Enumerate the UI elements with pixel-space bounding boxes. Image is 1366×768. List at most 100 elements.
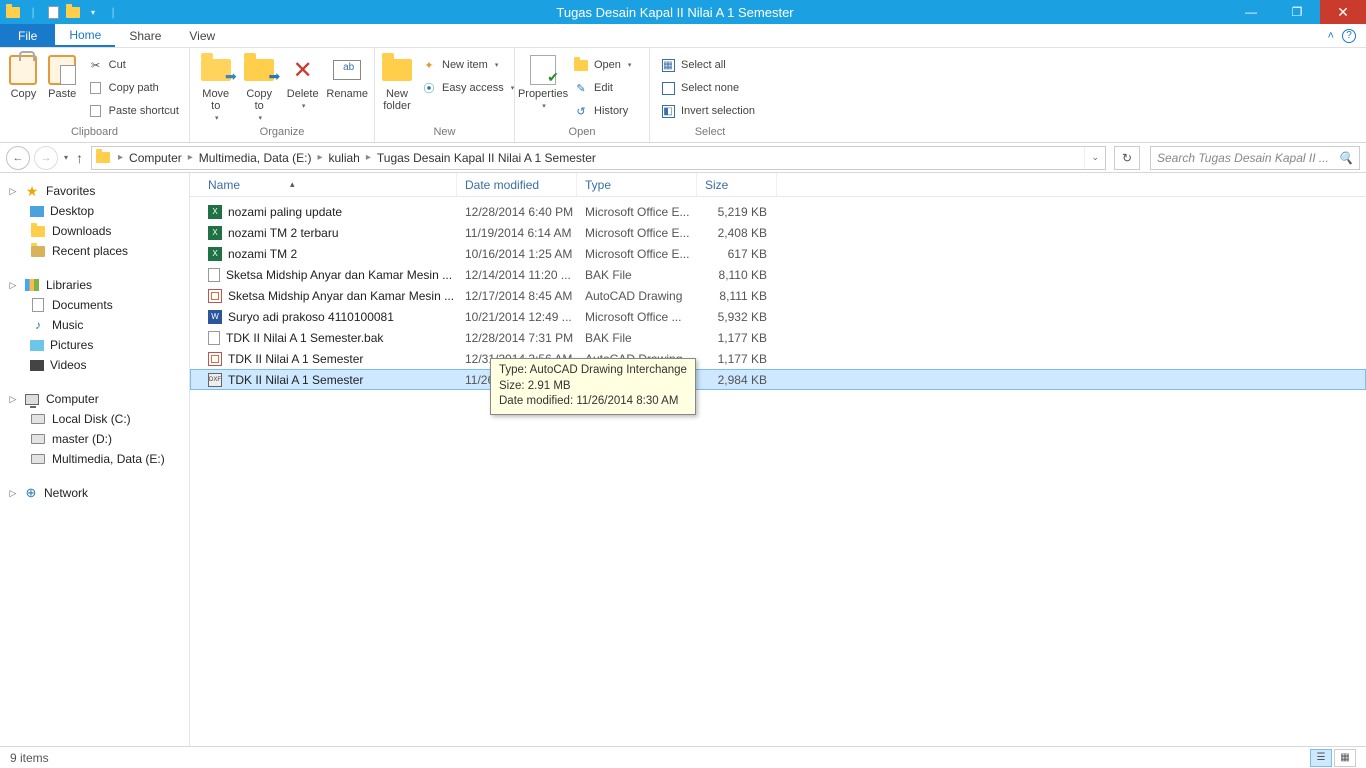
nav-pictures[interactable]: Pictures [8, 335, 189, 355]
ribbon-collapse[interactable]: ˄ ? [1328, 24, 1366, 47]
nav-videos[interactable]: Videos [8, 355, 189, 375]
download-icon [30, 223, 46, 239]
chevron-down-icon: ▾ [215, 114, 219, 122]
history-dropdown[interactable]: ▾ [62, 153, 70, 162]
file-name: TDK II Nilai A 1 Semester.bak [226, 331, 383, 345]
tab-home[interactable]: Home [55, 24, 115, 47]
file-type: Microsoft Office E... [577, 205, 697, 219]
file-type: Microsoft Office E... [577, 247, 697, 261]
up-button[interactable]: ↑ [74, 150, 87, 166]
new-folder-button[interactable]: New folder [381, 52, 413, 112]
tab-view[interactable]: View [175, 24, 229, 47]
maximize-button[interactable]: ❐ [1274, 0, 1320, 24]
nav-local-c[interactable]: Local Disk (C:) [8, 409, 189, 429]
nav-desktop[interactable]: Desktop [8, 201, 189, 221]
collapse-icon[interactable]: ▷ [8, 186, 18, 197]
invert-selection-button[interactable]: ◧Invert selection [656, 101, 759, 121]
thumbnails-view-button[interactable]: ▦ [1334, 749, 1356, 767]
nav-documents[interactable]: Documents [8, 295, 189, 315]
nav-downloads[interactable]: Downloads [8, 221, 189, 241]
file-row[interactable]: Sketsa Midship Anyar dan Kamar Mesin ...… [190, 285, 1366, 306]
group-new: New [381, 124, 508, 140]
file-row[interactable]: DXFTDK II Nilai A 1 Semester11/26/2014 8… [190, 369, 1366, 390]
properties-icon [530, 55, 556, 85]
crumb-folder[interactable]: kuliah [327, 147, 362, 169]
properties-button[interactable]: Properties▾ [521, 52, 565, 110]
crumb-drive[interactable]: Multimedia, Data (E:) [197, 147, 314, 169]
file-row[interactable]: Xnozami TM 2 terbaru11/19/2014 6:14 AMMi… [190, 222, 1366, 243]
file-row[interactable]: Xnozami TM 210/16/2014 1:25 AMMicrosoft … [190, 243, 1366, 264]
history-button[interactable]: ↺History [569, 101, 635, 121]
col-size[interactable]: Size [697, 173, 777, 196]
delete-button[interactable]: ✕Delete▾ [283, 52, 322, 110]
file-row[interactable]: TDK II Nilai A 1 Semester12/31/2014 3:56… [190, 348, 1366, 369]
address-dropdown[interactable]: ⌄ [1084, 147, 1105, 169]
forward-button[interactable]: → [34, 146, 58, 170]
chevron-right-icon[interactable]: ▸ [184, 152, 197, 163]
help-icon[interactable]: ? [1342, 29, 1356, 43]
ribbon: Copy Paste ✂Cut Copy path Paste shortcut… [0, 48, 1366, 143]
close-button[interactable]: ✕ [1320, 0, 1366, 24]
tab-share[interactable]: Share [115, 24, 175, 47]
cut-button[interactable]: ✂Cut [84, 55, 183, 75]
tooltip-date: Date modified: 11/26/2014 8:30 AM [499, 394, 687, 410]
nav-network[interactable]: ▷⊕Network [8, 483, 189, 503]
chevron-down-icon: ▾ [495, 61, 499, 69]
nav-libraries[interactable]: ▷Libraries [8, 275, 189, 295]
paste-shortcut-button[interactable]: Paste shortcut [84, 101, 183, 121]
file-row[interactable]: TDK II Nilai A 1 Semester.bak12/28/2014 … [190, 327, 1366, 348]
chevron-right-icon[interactable]: ▸ [362, 152, 375, 163]
crumb-computer[interactable]: Computer [127, 147, 184, 169]
properties-icon[interactable] [44, 3, 62, 21]
copy-button[interactable]: Copy [6, 52, 41, 100]
qat-dropdown-icon[interactable]: ▾ [84, 3, 102, 21]
easy-access-icon: ⦿ [421, 80, 437, 96]
collapse-icon[interactable]: ▷ [8, 394, 18, 405]
copy-to-button[interactable]: ➡Copy to▾ [239, 52, 278, 122]
tab-file[interactable]: File [0, 24, 55, 47]
file-row[interactable]: Sketsa Midship Anyar dan Kamar Mesin ...… [190, 264, 1366, 285]
search-input[interactable]: Search Tugas Desain Kapal II ... 🔍 [1150, 146, 1360, 170]
open-button[interactable]: Open▾ [569, 55, 635, 75]
back-button[interactable]: ← [6, 146, 30, 170]
details-view-button[interactable]: ☰ [1310, 749, 1332, 767]
address-bar[interactable]: ▸ Computer ▸ Multimedia, Data (E:) ▸ kul… [91, 146, 1106, 170]
copy-path-button[interactable]: Copy path [84, 78, 183, 98]
col-type[interactable]: Type [577, 173, 697, 196]
col-name[interactable]: Name▴ [200, 173, 457, 196]
chevron-right-icon[interactable]: ▸ [114, 152, 127, 163]
refresh-button[interactable]: ↻ [1114, 146, 1140, 170]
nav-master-d[interactable]: master (D:) [8, 429, 189, 449]
chevron-right-icon[interactable]: ▸ [313, 152, 326, 163]
folder-icon [4, 3, 22, 21]
nav-favorites[interactable]: ▷★Favorites [8, 181, 189, 201]
collapse-icon[interactable]: ▷ [8, 488, 18, 499]
rename-button[interactable]: Rename [326, 52, 368, 100]
minimize-button[interactable]: — [1228, 0, 1274, 24]
window-title: Tugas Desain Kapal II Nilai A 1 Semester [122, 5, 1228, 20]
edit-button[interactable]: ✎Edit [569, 78, 635, 98]
col-date[interactable]: Date modified [457, 173, 577, 196]
file-date: 12/17/2014 8:45 AM [457, 289, 577, 303]
collapse-icon[interactable]: ▷ [8, 280, 18, 291]
paste-button[interactable]: Paste [45, 52, 80, 100]
file-type: AutoCAD Drawing [577, 289, 697, 303]
nav-computer[interactable]: ▷Computer [8, 389, 189, 409]
file-row[interactable]: WSuryo adi prakoso 411010008110/21/2014 … [190, 306, 1366, 327]
nav-music[interactable]: ♪Music [8, 315, 189, 335]
select-all-button[interactable]: ▦Select all [656, 55, 759, 75]
status-item-count: 9 items [10, 751, 49, 765]
new-folder-icon[interactable] [64, 3, 82, 21]
file-name: Sketsa Midship Anyar dan Kamar Mesin ... [226, 268, 452, 282]
move-to-button[interactable]: ➡Move to▾ [196, 52, 235, 122]
nav-recent[interactable]: Recent places [8, 241, 189, 261]
chevron-up-icon[interactable]: ˄ [1328, 30, 1334, 42]
file-row[interactable]: Xnozami paling update12/28/2014 6:40 PMM… [190, 201, 1366, 222]
new-item-button[interactable]: ✦New item▾ [417, 55, 518, 75]
crumb-current[interactable]: Tugas Desain Kapal II Nilai A 1 Semester [375, 147, 598, 169]
tooltip: Type: AutoCAD Drawing Interchange Size: … [490, 358, 696, 415]
nav-multimedia-e[interactable]: Multimedia, Data (E:) [8, 449, 189, 469]
search-icon: 🔍 [1338, 151, 1353, 165]
easy-access-button[interactable]: ⦿Easy access▾ [417, 78, 518, 98]
select-none-button[interactable]: Select none [656, 78, 759, 98]
